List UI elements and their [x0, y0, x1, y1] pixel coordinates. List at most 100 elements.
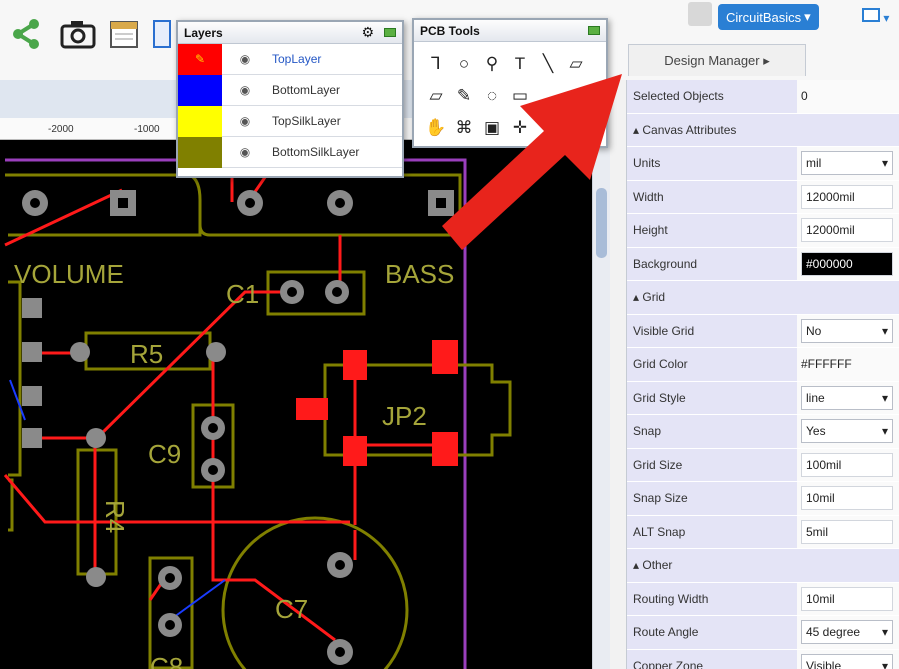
property-value-cell: mil ▾ — [797, 147, 899, 180]
section-header[interactable]: ▴ Canvas Attributes — [627, 113, 899, 147]
layer-row[interactable]: ◉ BottomSilkLayer — [178, 136, 402, 168]
c1-label: C1 — [226, 279, 259, 309]
property-label: Snap Size — [627, 482, 797, 515]
property-select[interactable]: No ▾ — [801, 318, 893, 343]
property-input[interactable]: 12000mil — [801, 184, 893, 209]
property-input[interactable]: 10mil — [801, 486, 893, 511]
pencil-icon: ✎ — [194, 52, 206, 66]
property-value[interactable]: #FFFFFF — [801, 357, 852, 371]
section-header[interactable]: ▴ Grid — [627, 281, 899, 315]
property-row: Height 12000mil — [627, 214, 899, 248]
property-label: Route Angle — [627, 616, 797, 649]
section-header[interactable]: ▴ Other — [627, 549, 899, 583]
eye-icon[interactable]: ◉ — [222, 83, 268, 97]
property-label: Grid Color — [627, 348, 797, 381]
chevron-down-icon: ▾ — [881, 424, 888, 439]
property-input[interactable]: 100mil — [801, 452, 893, 477]
property-select[interactable]: Visible ▾ — [801, 653, 893, 669]
ruler-tick: -2000 — [48, 124, 74, 135]
property-value-cell: 10mil — [797, 582, 899, 615]
property-value-cell: 100mil — [797, 448, 899, 481]
property-value-cell: Yes ▾ — [797, 415, 899, 448]
easyeda-editor: CircuitBasics ▾ ▾ -2000 -1000 VOLUME BAS… — [0, 0, 899, 669]
property-label: ALT Snap — [627, 515, 797, 548]
layer-color-swatch[interactable]: ✎ — [178, 43, 222, 75]
document-icon[interactable] — [146, 14, 176, 54]
property-input[interactable]: 10mil — [801, 586, 893, 611]
window-menu-button[interactable]: ▾ — [862, 8, 899, 28]
select-value: line — [806, 390, 825, 405]
property-row: Copper Zone Visible ▾ — [627, 649, 899, 669]
property-label: Background — [627, 247, 797, 280]
pcb-tools-title: PCB Tools — [420, 23, 480, 38]
user-name: CircuitBasics — [726, 9, 802, 25]
user-menu-button[interactable]: CircuitBasics ▾ — [718, 4, 819, 30]
layer-row[interactable]: ◉ TopSilkLayer — [178, 105, 402, 137]
pcb-tools-header[interactable]: PCB Tools — [414, 20, 606, 42]
chevron-down-icon: ▾ — [881, 323, 888, 338]
property-value-cell: #FFFFFF — [797, 348, 899, 381]
select-value: mil — [806, 156, 822, 171]
property-select[interactable]: 45 degree ▾ — [801, 620, 893, 645]
eye-icon[interactable]: ◉ — [222, 52, 268, 66]
layer-color-swatch[interactable] — [178, 136, 222, 168]
chevron-down-icon: ▾ — [881, 658, 888, 669]
layer-name: BottomSilkLayer — [272, 145, 360, 159]
property-row: Grid Color #FFFFFF — [627, 348, 899, 382]
property-select[interactable]: Yes ▾ — [801, 419, 893, 444]
property-value-cell: 12000mil — [797, 180, 899, 213]
property-row: Grid Style line ▾ — [627, 381, 899, 415]
property-row: Background #000000 — [627, 247, 899, 281]
property-value-cell: #000000 — [797, 247, 899, 280]
property-input[interactable]: 5mil — [801, 519, 893, 544]
layers-panel-header[interactable]: Layers ⚙ — [178, 22, 402, 44]
calendar-icon[interactable] — [104, 14, 144, 54]
gear-icon[interactable]: ⚙ — [361, 24, 374, 41]
select-value: Visible — [806, 658, 842, 669]
minimize-icon[interactable] — [384, 28, 396, 37]
chevron-down-icon: ▾ — [881, 156, 888, 171]
property-label: Copper Zone — [627, 649, 797, 669]
property-value-cell: 5mil — [797, 515, 899, 548]
window-icon — [862, 8, 880, 22]
layer-row[interactable]: ✎ ◉ TopLayer — [178, 43, 402, 75]
select-value: Yes — [806, 424, 826, 439]
property-input[interactable]: 12000mil — [801, 218, 893, 243]
property-label: Height — [627, 214, 797, 247]
property-value-cell: No ▾ — [797, 314, 899, 347]
property-label: Snap — [627, 415, 797, 448]
property-label: Visible Grid — [627, 314, 797, 347]
design-manager-panel: Selected Objects 0 ▴ Canvas Attributes Un… — [626, 80, 899, 669]
property-row: Visible Grid No ▾ — [627, 314, 899, 348]
property-label: Routing Width — [627, 582, 797, 615]
ruler-tick: -1000 — [134, 124, 160, 135]
jp2-label: JP2 — [382, 401, 427, 431]
property-input[interactable]: #000000 — [801, 251, 893, 276]
property-row: Units mil ▾ — [627, 147, 899, 181]
property-label: Grid Size — [627, 448, 797, 481]
property-value-cell: Visible ▾ — [797, 649, 899, 669]
r5-label: R5 — [130, 339, 163, 369]
eye-icon[interactable]: ◉ — [222, 145, 268, 159]
tab-design-manager[interactable]: Design Manager ▸ — [628, 44, 806, 76]
chevron-down-icon: ▾ — [804, 9, 811, 24]
property-value-cell: line ▾ — [797, 381, 899, 414]
layer-row[interactable]: ◉ BottomLayer — [178, 74, 402, 106]
selected-objects-row: Selected Objects 0 — [627, 80, 899, 114]
layers-panel-title: Layers — [184, 25, 223, 40]
minimize-icon[interactable] — [588, 26, 600, 35]
property-row: Routing Width 10mil — [627, 582, 899, 616]
volume-label: VOLUME — [14, 259, 124, 289]
select-value: No — [806, 323, 822, 338]
property-row: Route Angle 45 degree ▾ — [627, 616, 899, 650]
layer-color-swatch[interactable] — [178, 74, 222, 106]
property-select[interactable]: line ▾ — [801, 385, 893, 410]
bass-label: BASS — [385, 259, 454, 289]
camera-icon[interactable] — [58, 14, 98, 54]
c7-label: C7 — [275, 594, 308, 624]
property-select[interactable]: mil ▾ — [801, 151, 893, 176]
property-row: ALT Snap 5mil — [627, 515, 899, 549]
layer-color-swatch[interactable] — [178, 105, 222, 137]
share-icon[interactable] — [6, 14, 46, 54]
eye-icon[interactable]: ◉ — [222, 114, 268, 128]
